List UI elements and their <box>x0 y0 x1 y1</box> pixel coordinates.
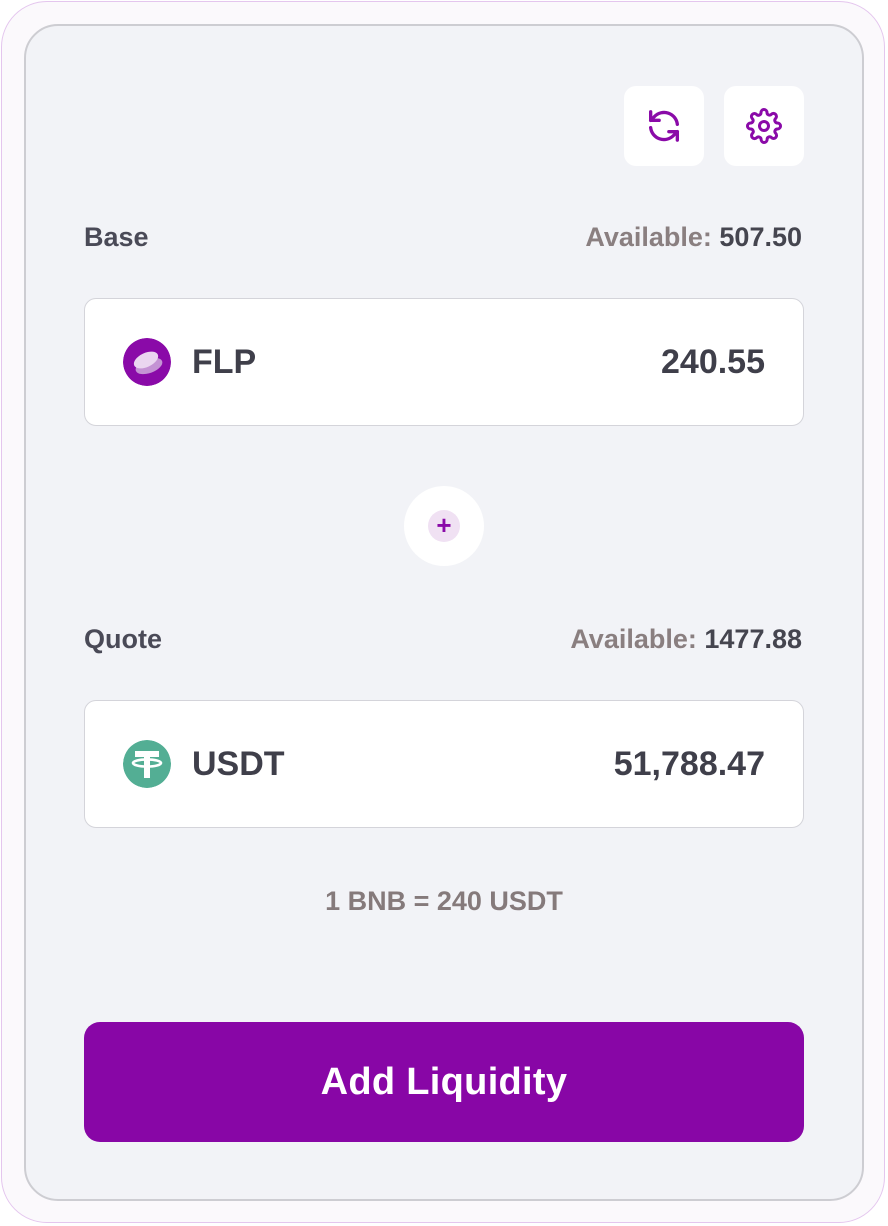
settings-button[interactable] <box>724 86 804 166</box>
plus-icon: + <box>428 510 460 542</box>
base-amount-input[interactable] <box>465 342 765 382</box>
refresh-icon <box>649 110 679 142</box>
quote-available: Available: 1477.88 <box>570 624 802 655</box>
refresh-button[interactable] <box>624 86 704 166</box>
plus-separator: + <box>404 486 484 566</box>
base-available: Available: 507.50 <box>585 222 802 253</box>
base-label: Base <box>84 222 149 252</box>
base-available-value: 507.50 <box>719 222 802 252</box>
quote-available-label: Available: <box>570 624 697 654</box>
base-token-symbol[interactable]: FLP <box>192 343 256 382</box>
quote-token-symbol[interactable]: USDT <box>192 745 285 784</box>
quote-token-field[interactable]: USDT <box>84 700 804 828</box>
exchange-rate: 1 BNB = 240 USDT <box>325 886 563 916</box>
quote-amount-input[interactable] <box>465 744 765 784</box>
flp-token-icon <box>123 338 171 386</box>
base-token-field[interactable]: FLP <box>84 298 804 426</box>
base-available-label: Available: <box>585 222 712 252</box>
add-liquidity-button[interactable]: Add Liquidity <box>84 1022 804 1142</box>
add-liquidity-card: Base Available: 507.50 FLP + Quote Avail… <box>24 24 864 1201</box>
quote-available-value: 1477.88 <box>704 624 802 654</box>
gear-icon <box>746 108 782 144</box>
quote-label: Quote <box>84 624 162 654</box>
usdt-token-icon <box>123 740 171 788</box>
